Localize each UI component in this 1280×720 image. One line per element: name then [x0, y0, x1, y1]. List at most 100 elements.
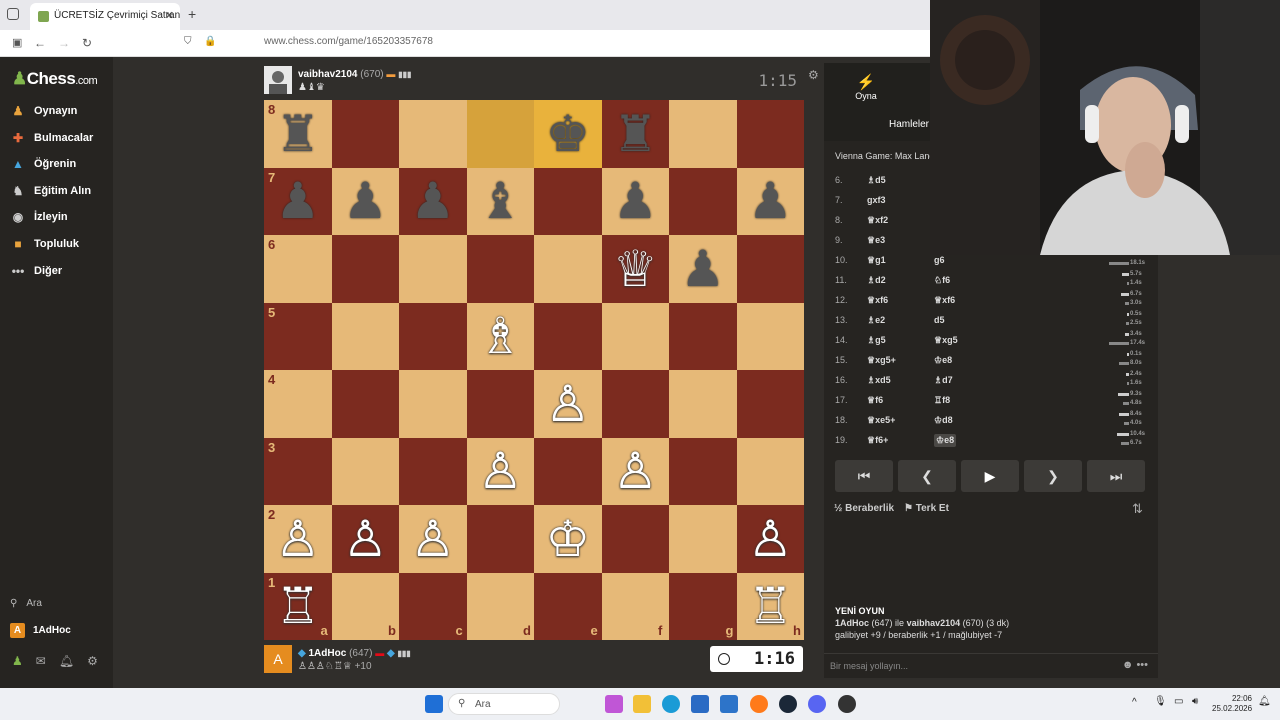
square-e3[interactable]	[534, 437, 602, 505]
bottom-player-name[interactable]: ◆ 1AdHoc (647) ▬ ◆ ▮▮▮	[298, 648, 411, 659]
edge-icon[interactable]	[662, 695, 680, 713]
square-d2[interactable]	[466, 505, 534, 573]
white-move[interactable]: ♗g5	[867, 335, 886, 346]
white-move[interactable]: ♕f6	[867, 395, 883, 406]
sidebar-item-play[interactable]: ♟ Oynayın	[10, 101, 78, 121]
store-icon[interactable]	[691, 695, 709, 713]
square-g5[interactable]	[669, 302, 737, 370]
white-move[interactable]: ♕f6+	[867, 435, 888, 446]
reload-icon[interactable]: ↻	[82, 36, 92, 50]
piece-h1[interactable]: ♖	[737, 573, 805, 641]
white-move[interactable]: ♗d5	[867, 175, 886, 186]
piece-f7[interactable]: ♟	[602, 168, 670, 236]
square-c6[interactable]	[399, 235, 467, 303]
white-move[interactable]: ♗e2	[867, 315, 885, 326]
sidebar-item-more[interactable]: ••• Diğer	[10, 261, 62, 281]
volume-icon[interactable]: 🔊︎	[1192, 696, 1198, 707]
square-e6[interactable]	[534, 235, 602, 303]
piece-d7[interactable]: ♝	[467, 168, 535, 236]
black-move[interactable]: ♔e8	[934, 434, 957, 447]
black-move[interactable]: g6	[934, 255, 945, 265]
square-g3[interactable]	[669, 437, 737, 505]
black-move[interactable]: ♘f6	[934, 275, 950, 286]
square-g8[interactable]	[669, 100, 737, 168]
square-h3[interactable]	[736, 437, 804, 505]
piece-a1[interactable]: ♖	[264, 573, 332, 641]
square-c3[interactable]	[399, 437, 467, 505]
top-player-name[interactable]: vaibhav2104 (670) ▬ ▮▮▮	[298, 69, 411, 80]
square-c5[interactable]	[399, 302, 467, 370]
piece-d3[interactable]: ♙	[467, 438, 535, 506]
white-move[interactable]: ♕xg5+	[867, 355, 896, 366]
tray-chevron-icon[interactable]: ^	[1132, 697, 1137, 708]
sidebar-item-learn[interactable]: ▲ Öğrenin	[10, 154, 76, 174]
white-move[interactable]: ♗d2	[867, 275, 886, 286]
next-move-button[interactable]: ❯	[1024, 460, 1082, 492]
gear-icon[interactable]: ⚙	[87, 654, 98, 668]
piece-c2[interactable]: ♙	[399, 505, 467, 573]
square-e5[interactable]	[534, 302, 602, 370]
piece-d5[interactable]: ♗	[467, 303, 535, 371]
first-move-button[interactable]: ⏮	[835, 460, 893, 492]
play-moves-button[interactable]: ▶	[961, 460, 1019, 492]
piece-b2[interactable]: ♙	[332, 505, 400, 573]
white-move[interactable]: ♕e3	[867, 235, 885, 246]
sidebar-item-watch[interactable]: ◉ İzleyin	[10, 207, 68, 227]
piece-g6[interactable]: ♟	[669, 235, 737, 303]
square-g7[interactable]	[669, 167, 737, 235]
square-b6[interactable]	[331, 235, 399, 303]
square-e7[interactable]	[534, 167, 602, 235]
tab-play[interactable]: ⚡ Oyna	[844, 73, 888, 101]
square-h5[interactable]	[736, 302, 804, 370]
square-h8[interactable]	[736, 100, 804, 168]
piece-h2[interactable]: ♙	[737, 505, 805, 573]
square-b3[interactable]	[331, 437, 399, 505]
chess-board[interactable]: 8 7 6 5 4 3 2 1 a b c d e f g h ♜ ♚ ♜ ♟ ♟ ♟ ♝ ♟ ♟ ♕ ♟ ♗ ♙ ♙ ♙ ♙ ♙ ♙ ♔ ♙ ♖ ♖	[264, 100, 804, 640]
white-move[interactable]: ♕g1	[867, 255, 886, 266]
network-icon[interactable]: ▭	[1174, 696, 1183, 707]
black-move[interactable]: ♔e8	[934, 355, 952, 366]
chat-input[interactable]: Bir mesaj yollayın... ☻ •••	[824, 653, 1158, 678]
lock-icon[interactable]: 🔒	[204, 36, 216, 47]
square-g4[interactable]	[669, 370, 737, 438]
back-icon[interactable]: ←	[34, 36, 46, 50]
square-d8[interactable]	[466, 100, 534, 168]
square-h4[interactable]	[736, 370, 804, 438]
piece-f3[interactable]: ♙	[602, 438, 670, 506]
piece-f8[interactable]: ♜	[602, 100, 670, 168]
piece-h7[interactable]: ♟	[737, 168, 805, 236]
file-explorer-icon[interactable]	[633, 695, 651, 713]
piece-a7[interactable]: ♟	[264, 168, 332, 236]
firefox-icon[interactable]	[750, 695, 768, 713]
black-move[interactable]: ♕xg5	[934, 335, 958, 346]
piece-e8[interactable]: ♚	[534, 100, 602, 168]
forward-icon[interactable]: →	[58, 36, 70, 50]
square-d4[interactable]	[466, 370, 534, 438]
outlook-icon[interactable]	[720, 695, 738, 713]
system-clock[interactable]: 22:06 25.02.2026	[1212, 694, 1252, 714]
square-f5[interactable]	[601, 302, 669, 370]
square-f2[interactable]	[601, 505, 669, 573]
board-settings-gear-icon[interactable]: ⚙	[808, 68, 819, 82]
close-tab-icon[interactable]: ✕	[165, 9, 174, 22]
sidebar-item-community[interactable]: ■ Topluluk	[10, 234, 79, 254]
white-move[interactable]: ♕xf2	[867, 215, 888, 226]
piece-a8[interactable]: ♜	[264, 100, 332, 168]
black-move[interactable]: ♕xf6	[934, 295, 955, 306]
square-c4[interactable]	[399, 370, 467, 438]
square-c8[interactable]	[399, 100, 467, 168]
taskbar-search[interactable]: ⚲ Ara	[448, 693, 560, 715]
tab-moves[interactable]: Hamleler	[889, 119, 929, 130]
sidebar-item-coach[interactable]: ♞ Eğitim Alın	[10, 181, 91, 201]
resign-button[interactable]: ⚑ Terk Et	[904, 503, 949, 514]
tab-list-icon[interactable]	[7, 8, 19, 20]
white-move[interactable]: ♕xf6	[867, 295, 888, 306]
black-move[interactable]: ♗d7	[934, 375, 953, 386]
sidebar-toggle-icon[interactable]: ▣	[12, 36, 22, 49]
microphone-icon[interactable]: 🎙︎	[1154, 696, 1167, 707]
shield-icon[interactable]: ⛉	[184, 36, 192, 47]
steam-icon[interactable]	[779, 695, 797, 713]
widgets-icon[interactable]	[605, 695, 623, 713]
square-b4[interactable]	[331, 370, 399, 438]
obs-icon[interactable]	[838, 695, 856, 713]
